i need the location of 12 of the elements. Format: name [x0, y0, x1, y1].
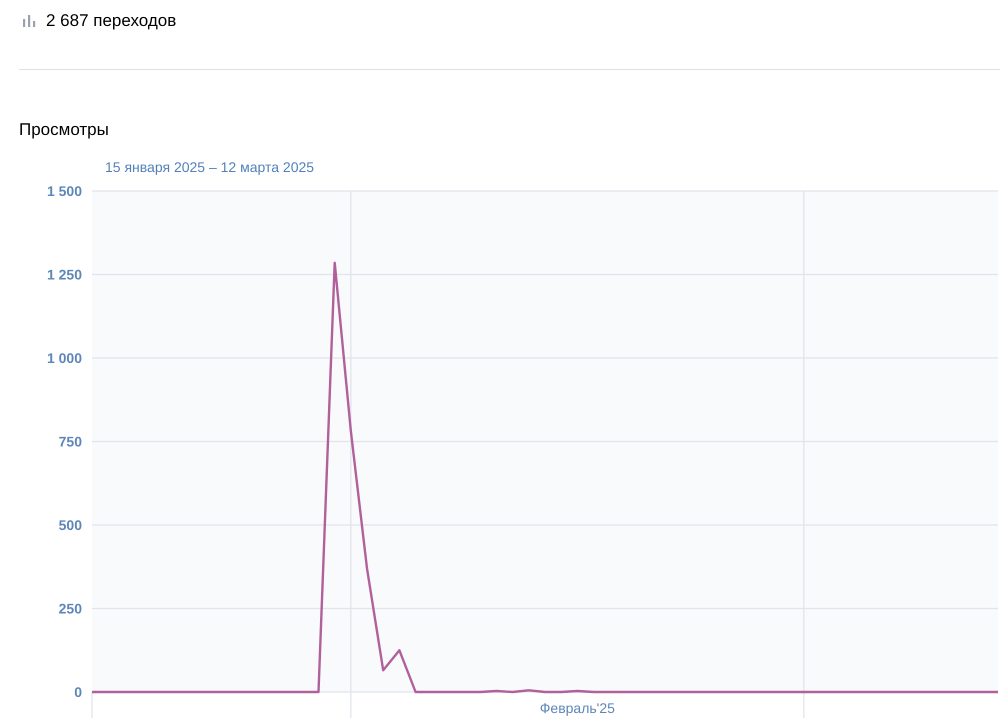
y-axis-label: 750 — [58, 434, 82, 450]
date-range: 15 января 2025 – 12 марта 2025 — [105, 159, 316, 175]
x-axis-label: Февраль'25 — [540, 700, 615, 716]
y-axis-label: 1 000 — [46, 350, 82, 366]
y-axis-label: 1 250 — [46, 266, 82, 282]
y-axis-label: 500 — [58, 517, 82, 533]
y-axis-label: 250 — [58, 600, 82, 616]
bar-chart-icon — [23, 15, 36, 27]
section-title: Просмотры — [19, 120, 110, 140]
y-axis-label: 0 — [74, 684, 82, 700]
y-axis-label: 1 500 — [46, 183, 82, 199]
clicks-count: 2 687 переходов — [46, 11, 176, 31]
